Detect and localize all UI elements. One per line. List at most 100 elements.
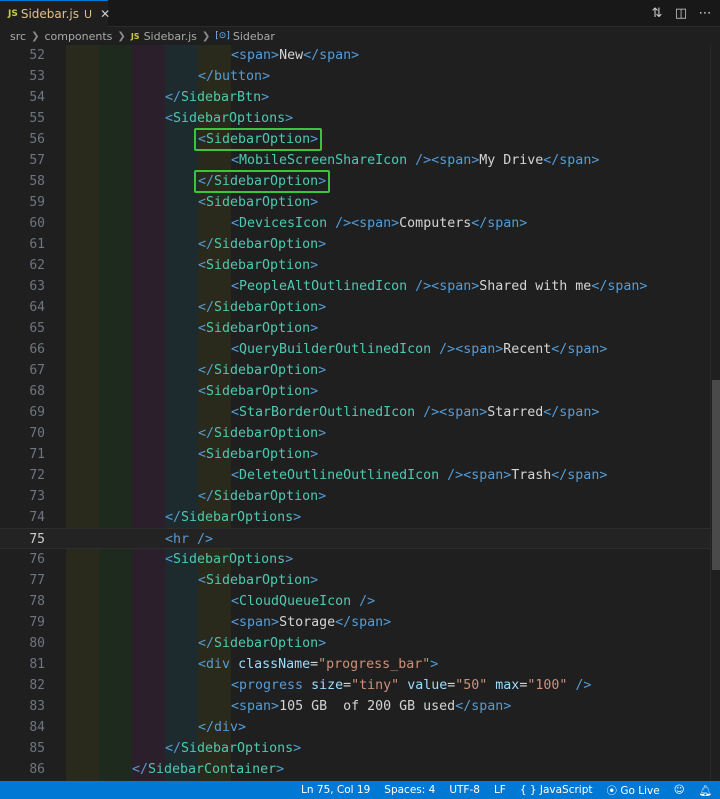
code-token: span [471, 468, 504, 483]
line-number: 59 [29, 195, 45, 210]
tab-label: Sidebar.js [20, 7, 79, 21]
code-text: <progress size="tiny" value="50" max="10… [231, 675, 591, 696]
code-line[interactable]: 79 <span>Storage</span> [0, 612, 710, 633]
line-number: 78 [29, 594, 45, 609]
code-token: > [310, 195, 319, 210]
code-token: SidebarOption [206, 195, 311, 210]
code-text: <SidebarOption> [198, 444, 318, 465]
code-line[interactable]: 54 </SidebarBtn> [0, 87, 710, 108]
code-line[interactable]: 71 <SidebarOption> [0, 444, 710, 465]
code-token: > [271, 615, 280, 630]
code-line[interactable]: 60 <DevicesIcon /><span>Computers</span> [0, 213, 710, 234]
code-token: < [198, 447, 207, 462]
code-line[interactable]: 61 </SidebarOption> [0, 234, 710, 255]
code-token: MobileScreenShareIcon [239, 153, 408, 168]
code-line[interactable]: 58 </SidebarOption> [0, 171, 710, 192]
code-token: < [198, 258, 207, 273]
code-line[interactable]: 70 </SidebarOption> [0, 423, 710, 444]
code-line[interactable]: 74 </SidebarOptions> [0, 507, 710, 528]
code-line[interactable]: 75 <hr /> [0, 528, 710, 549]
code-text: </div> [198, 717, 246, 738]
code-line[interactable]: 62 <SidebarOption> [0, 255, 710, 276]
indentation[interactable]: Spaces: 4 [384, 784, 435, 796]
code-line[interactable]: 81 <div className="progress_bar"> [0, 654, 710, 675]
line-number: 60 [29, 216, 45, 231]
code-text: <span>New</span> [231, 45, 359, 66]
code-line[interactable]: 65 <SidebarOption> [0, 318, 710, 339]
code-token: SidebarOption [206, 321, 311, 336]
line-number: 58 [29, 174, 45, 189]
code-line[interactable]: 72 <DeleteOutlineOutlinedIcon /><span>Tra… [0, 465, 710, 486]
vertical-scrollbar[interactable] [710, 45, 720, 781]
code-line[interactable]: 68 <SidebarOption> [0, 381, 710, 402]
bell-icon[interactable]: 🔔︎ [699, 784, 712, 797]
code-line[interactable]: 85 </SidebarOptions> [0, 738, 710, 759]
code-token: SidebarOption [206, 384, 311, 399]
code-token: > [238, 720, 247, 735]
code-token: > [262, 69, 271, 84]
go-live-button[interactable]: ⦿ Go Live [607, 783, 660, 798]
code-line[interactable]: 83 <span>105 GB of 200 GB used</span> [0, 696, 710, 717]
broadcast-icon: ⦿ [606, 784, 618, 797]
code-token: < [198, 573, 207, 588]
code-line[interactable]: 59 <SidebarOption> [0, 192, 710, 213]
code-token: < [439, 405, 448, 420]
code-line[interactable]: 67 </SidebarOption> [0, 360, 710, 381]
code-text: </SidebarBtn> [165, 87, 269, 108]
editor-actions: ⇅ ◫ ⋯ [650, 0, 712, 27]
code-token: < [198, 384, 207, 399]
encoding[interactable]: UTF-8 [449, 784, 480, 796]
close-icon[interactable]: ✕ [100, 7, 110, 21]
code-token: </ [471, 216, 488, 231]
tab-git-status: U [84, 7, 93, 21]
code-token: > [271, 699, 280, 714]
js-file-icon: JS [130, 31, 140, 41]
cursor-position[interactable]: Ln 75, Col 19 [301, 784, 370, 796]
code-line[interactable]: 57 <MobileScreenShareIcon /><span>My Driv… [0, 150, 710, 171]
end-of-line[interactable]: LF [494, 784, 506, 796]
code-line[interactable]: 53 </button> [0, 66, 710, 87]
code-line[interactable]: 69 <StarBorderOutlinedIcon /><span>Starre… [0, 402, 710, 423]
person-feedback-icon[interactable]: ☺ [674, 784, 685, 796]
code-token: DevicesIcon [239, 216, 328, 231]
more-actions-icon[interactable]: ⋯ [698, 6, 712, 21]
code-line[interactable]: 63 <PeopleAltOutlinedIcon /><span>Shared … [0, 276, 710, 297]
code-line[interactable]: 77 <SidebarOption> [0, 570, 710, 591]
code-token: div [214, 720, 239, 735]
code-token: SidebarOption [206, 258, 311, 273]
code-line[interactable]: 64 </SidebarOption> [0, 297, 710, 318]
breadcrumb-item-symbol[interactable]: Sidebar [233, 30, 275, 43]
code-line[interactable]: 80 </SidebarOption> [0, 633, 710, 654]
code-line[interactable]: 56 <SidebarOption> [0, 129, 710, 150]
line-number: 80 [29, 636, 45, 651]
code-token: "tiny" [351, 678, 400, 693]
code-text: <hr /> [165, 529, 213, 550]
code-line[interactable]: 76 <SidebarOptions> [0, 549, 710, 570]
code-line[interactable]: 84 </div> [0, 717, 710, 738]
code-token: > [639, 279, 648, 294]
breadcrumb-item-src[interactable]: src [10, 30, 26, 43]
compare-changes-icon[interactable]: ⇅ [650, 6, 664, 21]
scrollbar-thumb[interactable] [712, 380, 720, 570]
code-line[interactable]: 73 </SidebarOption> [0, 486, 710, 507]
code-editor[interactable]: 52 <span>New</span> 53 </button> 54 </Sidebar… [0, 45, 710, 781]
code-line[interactable]: 78 <CloudQueueIcon /> [0, 591, 710, 612]
code-token: span [471, 699, 504, 714]
code-line[interactable]: 86 </SidebarContainer> [0, 759, 710, 780]
line-number: 79 [29, 615, 45, 630]
code-text: <MobileScreenShareIcon /><span>My Drive<… [231, 150, 599, 171]
code-token: Storage [279, 615, 336, 630]
split-editor-icon[interactable]: ◫ [674, 6, 688, 21]
code-token: < [231, 678, 240, 693]
code-text: <span>Storage</span> [231, 612, 391, 633]
code-line[interactable]: 55 <SidebarOptions> [0, 108, 710, 129]
tab-sidebar-js[interactable]: JS Sidebar.js U ✕ [0, 0, 110, 27]
code-token: SidebarOption [214, 363, 319, 378]
code-line[interactable]: 52 <span>New</span> [0, 45, 710, 66]
code-token: </ [198, 636, 215, 651]
language-mode[interactable]: { } JavaScript [520, 784, 593, 796]
breadcrumb-item-components[interactable]: components [44, 30, 112, 43]
breadcrumb-item-file[interactable]: Sidebar.js [144, 30, 197, 43]
code-line[interactable]: 82 <progress size="tiny" value="50" max="… [0, 675, 710, 696]
code-line[interactable]: 66 <QueryBuilderOutlinedIcon /><span>Rece… [0, 339, 710, 360]
